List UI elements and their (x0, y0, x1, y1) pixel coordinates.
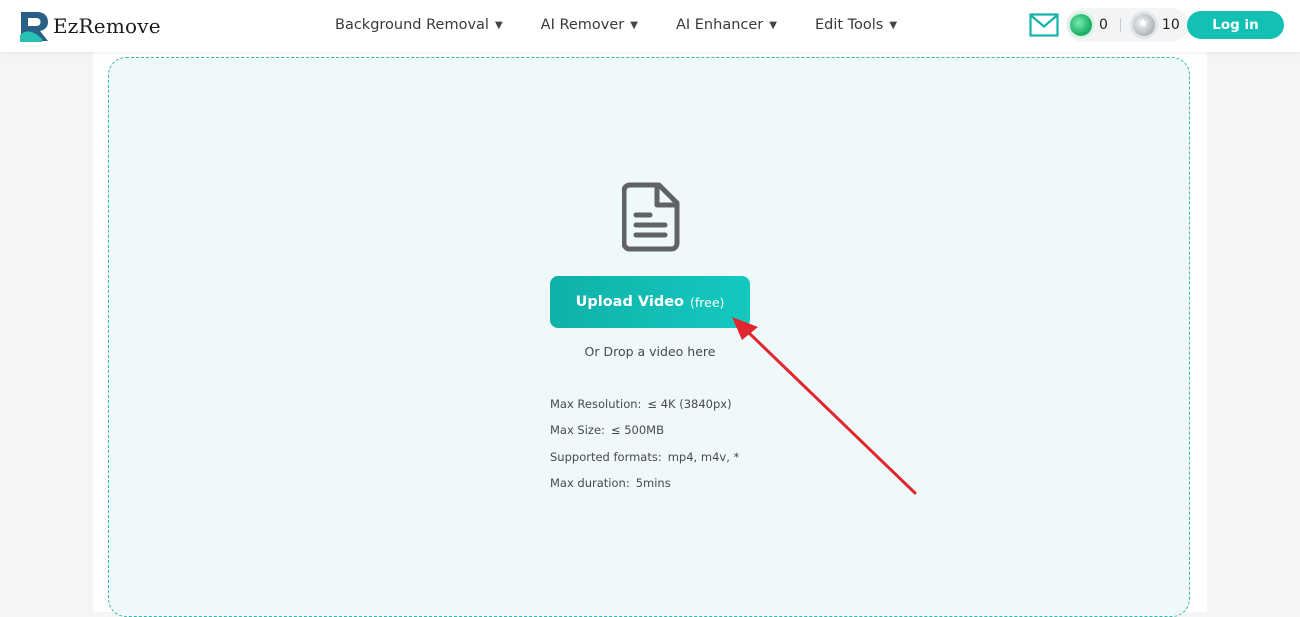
brand-logo[interactable]: EzRemove (18, 8, 161, 44)
green-coin-icon (1070, 14, 1092, 36)
spec-value: ≤ 500MB (610, 423, 664, 438)
star-coin-icon (1132, 14, 1155, 36)
caret-down-icon: ▼ (630, 19, 638, 31)
top-header: EzRemove Background Removal ▼ AI Remover… (0, 0, 1300, 52)
star-credits[interactable]: 10 (1132, 14, 1180, 36)
login-button[interactable]: Log in (1187, 11, 1284, 39)
spec-value: mp4, m4v, * (667, 449, 740, 464)
green-credits[interactable]: 0 (1070, 14, 1108, 36)
spec-value: 5mins (635, 475, 671, 490)
caret-down-icon: ▼ (494, 19, 503, 31)
nav-item-label: Background Removal (335, 17, 489, 33)
brand-name: EzRemove (53, 14, 161, 38)
nav-item-ai-enhancer[interactable]: AI Enhancer ▼ (676, 17, 777, 33)
star-credits-value: 10 (1161, 17, 1180, 33)
caret-down-icon: ▼ (769, 19, 777, 31)
credits-divider (1119, 18, 1121, 32)
spec-value: ≤ 4K (3840px) (647, 397, 732, 411)
upload-specs: Max Resolution: ≤ 4K (3840px) Max Size: ≤ … (550, 396, 739, 501)
upload-card (93, 52, 1207, 617)
upload-button-free-tag: (free) (690, 294, 725, 310)
nav-item-edit-tools[interactable]: Edit Tools ▼ (815, 17, 897, 33)
spec-label: Max duration: (550, 475, 630, 490)
logo-mark-icon (20, 12, 48, 42)
upload-video-button[interactable]: Upload Video (free) (550, 276, 750, 328)
spec-label: Supported formats: (550, 449, 662, 464)
spec-label: Max Size: (550, 423, 605, 438)
spec-max-size: Max Size: ≤ 500MB (550, 422, 739, 448)
spec-supported-formats: Supported formats: mp4, m4v, * (550, 449, 739, 475)
nav-item-background-removal[interactable]: Background Removal ▼ (335, 17, 503, 33)
credits-panel: 0 10 (1066, 8, 1188, 42)
spec-max-duration: Max duration: 5mins (550, 475, 739, 501)
spec-max-resolution: Max Resolution: ≤ 4K (3840px) (550, 396, 739, 422)
drop-hint: Or Drop a video here (584, 344, 716, 359)
mail-icon[interactable] (1029, 11, 1059, 39)
spec-label: Max Resolution: (550, 397, 642, 411)
upload-button-label: Upload Video (575, 294, 684, 310)
video-dropzone[interactable] (108, 57, 1190, 617)
document-icon (622, 182, 680, 252)
nav-item-label: AI Remover (540, 17, 625, 33)
main-nav: Background Removal ▼ AI Remover ▼ AI Enh… (335, 0, 935, 50)
green-credits-value: 0 (1099, 17, 1108, 33)
nav-item-label: Edit Tools (814, 17, 884, 33)
caret-down-icon: ▼ (889, 19, 898, 31)
nav-item-ai-remover[interactable]: AI Remover ▼ (541, 17, 638, 33)
nav-item-label: AI Enhancer (675, 17, 764, 33)
